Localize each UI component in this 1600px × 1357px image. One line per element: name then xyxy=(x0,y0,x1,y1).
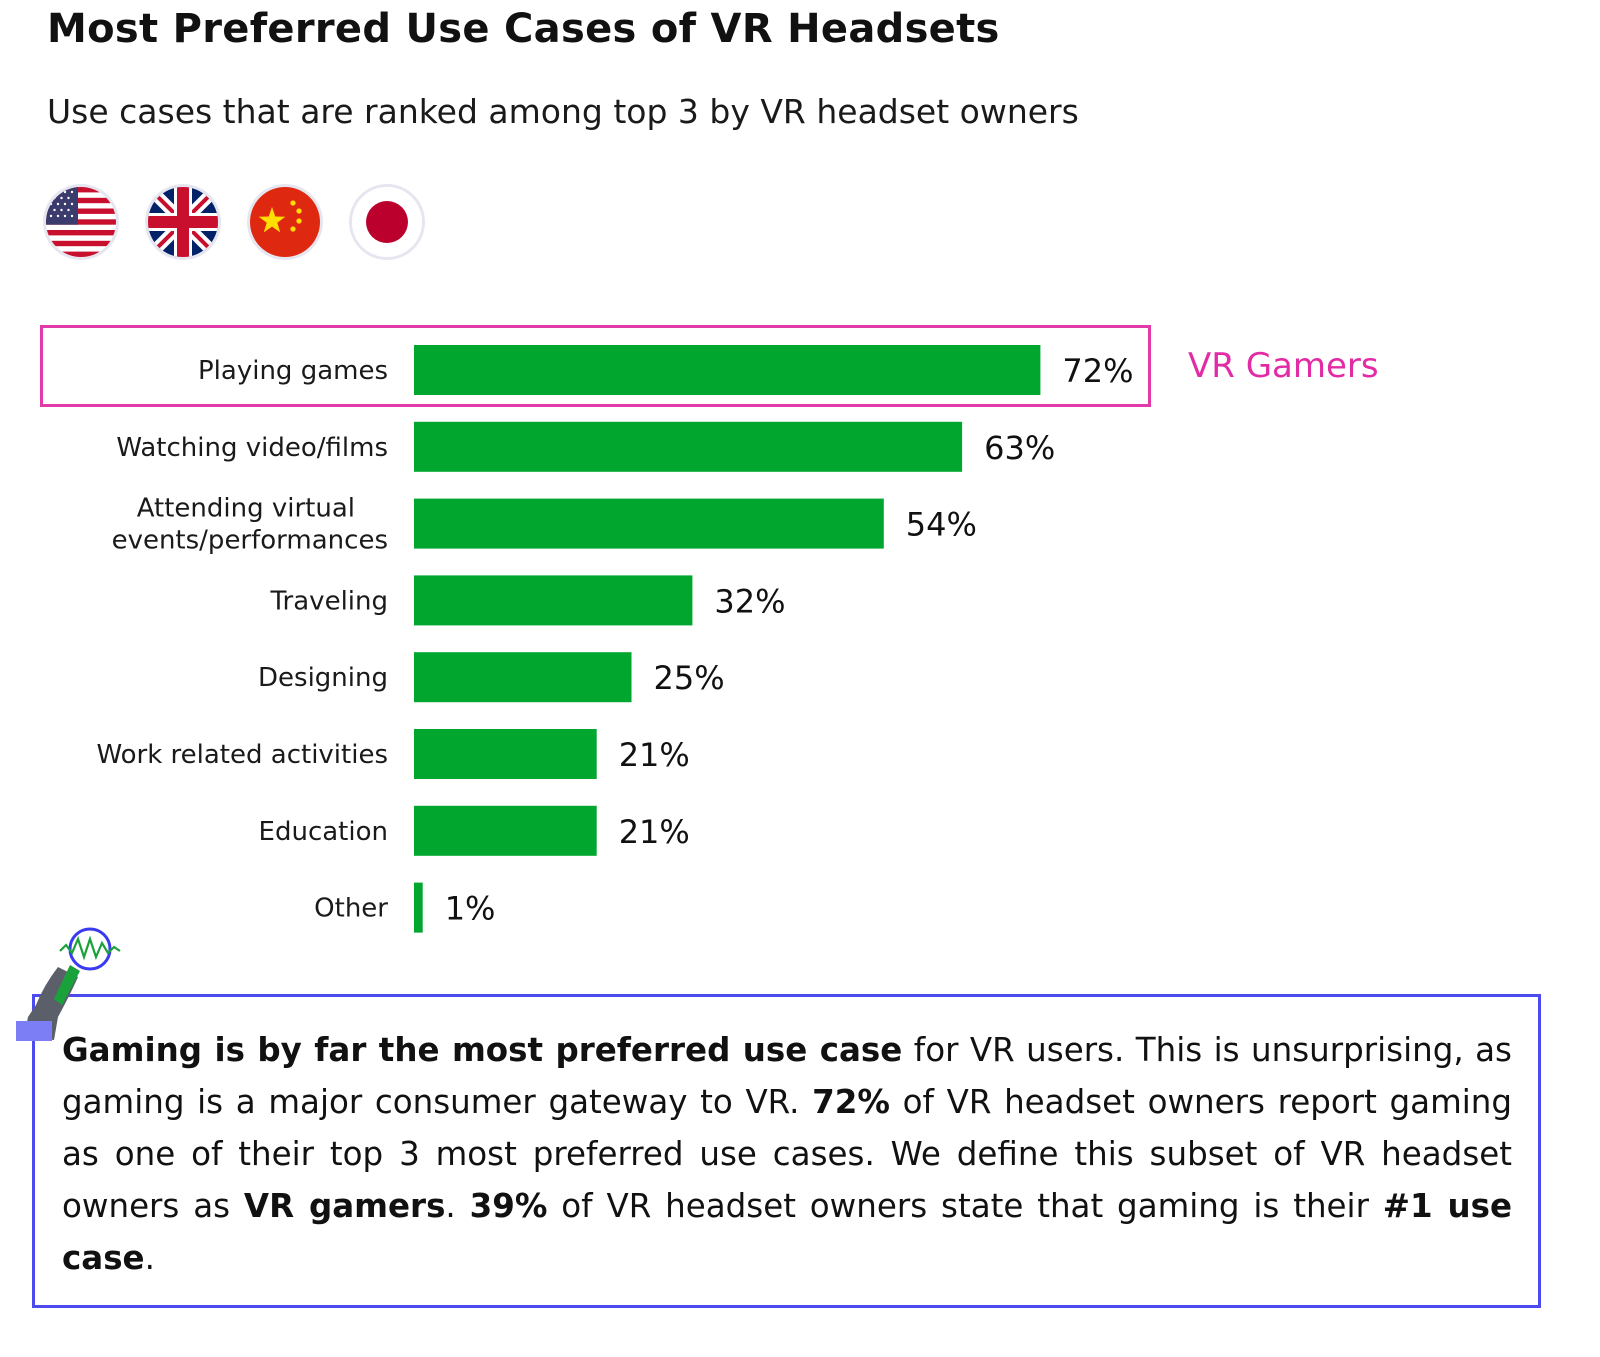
callout-segment-0: Gaming is by far the most preferred use … xyxy=(62,1031,903,1069)
category-label-1: Watching video/films xyxy=(116,433,388,463)
category-label-4: Designing xyxy=(258,663,388,693)
callout-segment-6: 39% xyxy=(469,1187,548,1225)
bar-3 xyxy=(414,575,693,626)
callout-segment-2: 72% xyxy=(812,1083,890,1121)
value-label-3: 32% xyxy=(714,582,785,620)
value-label-7: 1% xyxy=(445,890,496,928)
bar-6 xyxy=(414,805,597,856)
bar-7 xyxy=(414,882,423,933)
value-label-5: 21% xyxy=(619,736,690,774)
vr-gamers-annotation: VR Gamers xyxy=(1188,346,1379,386)
bar-4 xyxy=(414,652,632,703)
value-label-6: 21% xyxy=(619,813,690,851)
callout-segment-4: VR gamers xyxy=(243,1187,446,1225)
vr-gamers-highlight-box xyxy=(40,325,1151,407)
value-label-2: 54% xyxy=(906,506,977,544)
category-label-6: Education xyxy=(259,817,388,847)
callout-segment-5: . xyxy=(445,1187,470,1225)
callout-text: Gaming is by far the most preferred use … xyxy=(62,1024,1512,1284)
category-label-3: Traveling xyxy=(270,586,389,616)
value-label-1: 63% xyxy=(984,429,1055,467)
category-label-5: Work related activities xyxy=(96,740,388,770)
callout-segment-9: . xyxy=(144,1239,155,1277)
category-label-7: Other xyxy=(314,894,388,924)
callout-segment-7: of VR headset owners state that gaming i… xyxy=(547,1187,1383,1225)
bar-5 xyxy=(414,729,597,779)
bar-1 xyxy=(414,421,963,472)
category-label-2: Attending virtual events/performances xyxy=(112,494,388,556)
bar-chart: 72%Playing games63%Watching video/films5… xyxy=(96,345,1134,933)
bar-2 xyxy=(414,498,884,549)
value-label-4: 25% xyxy=(654,659,725,697)
